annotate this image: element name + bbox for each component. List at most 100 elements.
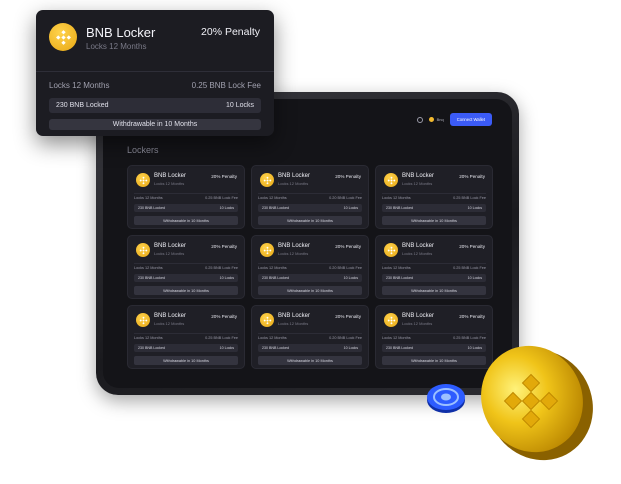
lock-fee: 0.25 BNB Lock Fee xyxy=(205,196,238,200)
search-icon[interactable] xyxy=(416,116,423,123)
locked-amount: 230 BNB Locked xyxy=(138,276,165,280)
lock-fee: 0.20 BNB Lock Fee xyxy=(329,266,362,270)
locker-subtitle: Locks 12 Months xyxy=(278,321,309,326)
withdraw-button[interactable]: Withdrawable in 10 Months xyxy=(134,216,238,225)
locker-card[interactable]: BNB Locker Locks 12 Months 20% Penalty Lock… xyxy=(127,305,245,369)
bnb-icon xyxy=(260,313,274,327)
divider xyxy=(134,333,238,334)
lock-duration: Locks 12 Months xyxy=(258,336,287,340)
locker-card[interactable]: BNB Locker Locks 12 Months 20% Penalty Lock… xyxy=(251,305,369,369)
locked-amount: 230 BNB Locked xyxy=(386,346,413,350)
withdraw-button[interactable]: Withdrawable in 10 Months xyxy=(134,356,238,365)
lock-fee: 0.20 BNB Lock Fee xyxy=(329,336,362,340)
locker-card[interactable]: BNB Locker Locks 12 Months 20% Penalty Lock… xyxy=(251,165,369,229)
lock-fee: 0.25 BNB Lock Fee xyxy=(205,266,238,270)
penalty-label: 20% Penalty xyxy=(459,244,485,249)
lock-info-row: Locks 12 Months 0.25 BNB Lock Fee xyxy=(382,196,486,200)
locker-card[interactable]: BNB Locker Locks 12 Months 20% Penalty Lock… xyxy=(251,235,369,299)
locker-card[interactable]: BNB Locker Locks 12 Months 20% Penalty Lock… xyxy=(375,235,493,299)
locker-card[interactable]: BNB Locker Locks 12 Months 20% Penalty Lock… xyxy=(127,165,245,229)
locks-count: 10 Locks xyxy=(219,276,234,280)
divider xyxy=(36,71,274,72)
bnb-icon xyxy=(136,243,150,257)
locks-count: 10 Locks xyxy=(467,206,482,210)
locker-name: BNB Locker xyxy=(154,173,187,179)
locker-name: BNB Locker xyxy=(278,173,311,179)
locker-subtitle: Locks 12 Months xyxy=(278,181,309,186)
penalty-label: 20% Penalty xyxy=(459,174,485,179)
locks-count: 10 Locks xyxy=(467,276,482,280)
locker-name: BNB Locker xyxy=(402,313,435,319)
locked-amount: 230 BNB Locked xyxy=(386,206,413,210)
locked-amount-row: 230 BNB Locked 10 Locks xyxy=(134,204,238,212)
withdraw-button[interactable]: Withdrawable in 10 Months xyxy=(258,356,362,365)
bnb-icon xyxy=(384,243,398,257)
bnb-icon xyxy=(260,243,274,257)
lock-duration: Locks 12 Months xyxy=(134,336,163,340)
bnb-icon xyxy=(136,173,150,187)
locker-subtitle: Locks 12 Months xyxy=(154,251,185,256)
locked-amount: 230 BNB Locked xyxy=(138,346,165,350)
penalty-label: 20% Penalty xyxy=(211,314,237,319)
lock-info-row: Locks 12 Months 0.25 BNB Lock Fee xyxy=(134,266,238,270)
penalty-label: 20% Penalty xyxy=(211,244,237,249)
lock-fee: 0.20 BNB Lock Fee xyxy=(329,196,362,200)
bnb-coin-icon xyxy=(481,345,593,461)
penalty-label: 20% Penalty xyxy=(335,314,361,319)
locked-amount-row: 230 BNB Locked 10 Locks xyxy=(258,344,362,352)
locks-count: 10 Locks xyxy=(343,346,358,350)
locker-subtitle: Locks 12 Months xyxy=(86,42,147,51)
locked-amount-row: 230 BNB Locked 10 Locks xyxy=(49,98,261,113)
lock-info-row: Locks 12 Months 0.20 BNB Lock Fee xyxy=(258,266,362,270)
locker-subtitle: Locks 12 Months xyxy=(402,321,433,326)
withdraw-button[interactable]: Withdrawable in 10 Months xyxy=(382,216,486,225)
locker-subtitle: Locks 12 Months xyxy=(402,251,433,256)
bnb-network-icon xyxy=(428,117,434,122)
lock-info-row: Locks 12 Months 0.25 BNB Lock Fee xyxy=(382,266,486,270)
locked-amount-row: 230 BNB Locked 10 Locks xyxy=(382,274,486,282)
tablet-device: Bnq Connect Wallet Lockers BNB Locker Loc… xyxy=(96,92,519,395)
lock-duration: Locks 12 Months xyxy=(134,196,163,200)
lock-fee: 0.25 BNB Lock Fee xyxy=(191,81,261,90)
locked-amount: 230 BNB Locked xyxy=(262,346,289,350)
locker-name: BNB Locker xyxy=(402,173,435,179)
locker-subtitle: Locks 12 Months xyxy=(402,181,433,186)
lockers-grid: BNB Locker Locks 12 Months 20% Penalty Lock… xyxy=(127,165,497,369)
penalty-label: 20% Penalty xyxy=(459,314,485,319)
lock-fee: 0.25 BNB Lock Fee xyxy=(453,266,486,270)
bnb-icon xyxy=(384,173,398,187)
withdraw-button[interactable]: Withdrawable in 10 Months xyxy=(258,216,362,225)
lock-duration: Locks 12 Months xyxy=(49,81,110,90)
locked-amount-row: 230 BNB Locked 10 Locks xyxy=(258,204,362,212)
lock-info-row: Locks 12 Months 0.25 BNB Lock Fee xyxy=(49,81,261,90)
locker-card[interactable]: BNB Locker Locks 12 Months 20% Penalty Lock… xyxy=(127,235,245,299)
bnb-icon xyxy=(136,313,150,327)
lock-info-row: Locks 12 Months 0.20 BNB Lock Fee xyxy=(258,336,362,340)
divider xyxy=(382,263,486,264)
lock-fee: 0.25 BNB Lock Fee xyxy=(205,336,238,340)
withdraw-button[interactable]: Withdrawable in 10 Months xyxy=(134,286,238,295)
locked-amount: 230 BNB Locked xyxy=(262,206,289,210)
lock-duration: Locks 12 Months xyxy=(134,266,163,270)
divider xyxy=(382,333,486,334)
network-label: Bnq xyxy=(436,117,444,122)
dashboard-header: Bnq Connect Wallet xyxy=(416,113,492,126)
token-coin-icon xyxy=(427,384,465,413)
withdraw-button[interactable]: Withdrawable in 10 Months xyxy=(382,286,486,295)
locker-card[interactable]: BNB Locker Locks 12 Months 20% Penalty Lock… xyxy=(375,165,493,229)
locker-name: BNB Locker xyxy=(86,25,156,40)
locker-subtitle: Locks 12 Months xyxy=(154,321,185,326)
connect-wallet-button[interactable]: Connect Wallet xyxy=(449,113,492,126)
withdraw-button[interactable]: Withdrawable in 10 Months xyxy=(258,286,362,295)
withdraw-button[interactable]: Withdrawable in 10 Months xyxy=(49,119,261,130)
locker-name: BNB Locker xyxy=(278,243,311,249)
locks-count: 10 Locks xyxy=(343,206,358,210)
locked-amount-row: 230 BNB Locked 10 Locks xyxy=(134,344,238,352)
locker-name: BNB Locker xyxy=(154,243,187,249)
locker-detail-card: BNB Locker Locks 12 Months 20% Penalty L… xyxy=(36,10,274,136)
lock-info-row: Locks 12 Months 0.25 BNB Lock Fee xyxy=(134,336,238,340)
locked-amount-row: 230 BNB Locked 10 Locks xyxy=(134,274,238,282)
bnb-icon xyxy=(260,173,274,187)
network-selector[interactable]: Bnq xyxy=(428,117,444,122)
lock-duration: Locks 12 Months xyxy=(258,196,287,200)
